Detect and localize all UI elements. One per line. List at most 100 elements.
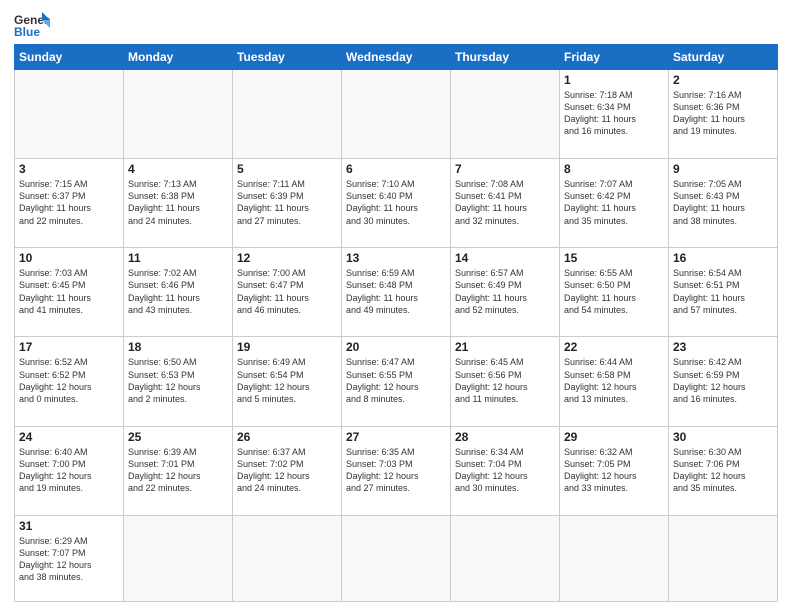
day-info: Sunrise: 7:00 AM Sunset: 6:47 PM Dayligh… [237,267,337,316]
calendar-cell: 14 Sunrise: 6:57 AM Sunset: 6:49 PM Dayli… [451,248,560,337]
day-number: 11 [128,251,228,265]
day-info: Sunrise: 6:52 AM Sunset: 6:52 PM Dayligh… [19,356,119,405]
calendar-cell [669,515,778,601]
calendar-cell: 8 Sunrise: 7:07 AM Sunset: 6:42 PM Daylig… [560,159,669,248]
day-number: 29 [564,430,664,444]
week-row-1: 1 Sunrise: 7:18 AM Sunset: 6:34 PM Daylig… [15,70,778,159]
generalblue-logo-icon: General Blue [14,10,50,38]
calendar-cell [15,70,124,159]
weekday-header-row: SundayMondayTuesdayWednesdayThursdayFrid… [15,45,778,70]
calendar-cell [233,515,342,601]
calendar-cell: 15 Sunrise: 6:55 AM Sunset: 6:50 PM Dayli… [560,248,669,337]
day-info: Sunrise: 6:45 AM Sunset: 6:56 PM Dayligh… [455,356,555,405]
calendar-cell: 30Sunrise: 6:30 AM Sunset: 7:06 PM Dayli… [669,426,778,515]
day-number: 1 [564,73,664,87]
header: General Blue [14,10,778,38]
day-info: Sunrise: 7:08 AM Sunset: 6:41 PM Dayligh… [455,178,555,227]
day-number: 5 [237,162,337,176]
day-number: 7 [455,162,555,176]
week-row-3: 10Sunrise: 7:03 AM Sunset: 6:45 PM Dayli… [15,248,778,337]
day-info: Sunrise: 6:54 AM Sunset: 6:51 PM Dayligh… [673,267,773,316]
svg-text:Blue: Blue [14,25,40,38]
day-info: Sunrise: 7:05 AM Sunset: 6:43 PM Dayligh… [673,178,773,227]
calendar-cell: 16 Sunrise: 6:54 AM Sunset: 6:51 PM Dayli… [669,248,778,337]
day-info: Sunrise: 7:02 AM Sunset: 6:46 PM Dayligh… [128,267,228,316]
day-info: Sunrise: 6:29 AM Sunset: 7:07 PM Dayligh… [19,535,119,584]
day-info: Sunrise: 6:30 AM Sunset: 7:06 PM Dayligh… [673,446,773,495]
calendar-cell: 17 Sunrise: 6:52 AM Sunset: 6:52 PM Dayli… [15,337,124,426]
calendar-cell: 1 Sunrise: 7:18 AM Sunset: 6:34 PM Daylig… [560,70,669,159]
day-number: 12 [237,251,337,265]
calendar-cell: 7 Sunrise: 7:08 AM Sunset: 6:41 PM Daylig… [451,159,560,248]
calendar-cell: 27 Sunrise: 6:35 AM Sunset: 7:03 PM Dayli… [342,426,451,515]
day-number: 15 [564,251,664,265]
calendar-cell: 6Sunrise: 7:10 AM Sunset: 6:40 PM Daylig… [342,159,451,248]
calendar-cell: 3 Sunrise: 7:15 AM Sunset: 6:37 PM Daylig… [15,159,124,248]
weekday-tuesday: Tuesday [233,45,342,70]
day-info: Sunrise: 6:35 AM Sunset: 7:03 PM Dayligh… [346,446,446,495]
day-number: 24 [19,430,119,444]
day-number: 13 [346,251,446,265]
day-number: 20 [346,340,446,354]
calendar-cell: 22Sunrise: 6:44 AM Sunset: 6:58 PM Dayli… [560,337,669,426]
day-info: Sunrise: 6:57 AM Sunset: 6:49 PM Dayligh… [455,267,555,316]
calendar-table: SundayMondayTuesdayWednesdayThursdayFrid… [14,44,778,602]
day-number: 25 [128,430,228,444]
calendar-cell: 31 Sunrise: 6:29 AM Sunset: 7:07 PM Dayli… [15,515,124,601]
day-info: Sunrise: 6:40 AM Sunset: 7:00 PM Dayligh… [19,446,119,495]
day-info: Sunrise: 7:18 AM Sunset: 6:34 PM Dayligh… [564,89,664,138]
day-number: 9 [673,162,773,176]
day-info: Sunrise: 6:42 AM Sunset: 6:59 PM Dayligh… [673,356,773,405]
calendar-cell: 20 Sunrise: 6:47 AM Sunset: 6:55 PM Dayli… [342,337,451,426]
day-number: 19 [237,340,337,354]
day-number: 6 [346,162,446,176]
day-info: Sunrise: 6:55 AM Sunset: 6:50 PM Dayligh… [564,267,664,316]
calendar-cell: 4Sunrise: 7:13 AM Sunset: 6:38 PM Daylig… [124,159,233,248]
day-info: Sunrise: 7:07 AM Sunset: 6:42 PM Dayligh… [564,178,664,227]
calendar-cell: 21 Sunrise: 6:45 AM Sunset: 6:56 PM Dayli… [451,337,560,426]
day-number: 26 [237,430,337,444]
weekday-sunday: Sunday [15,45,124,70]
logo: General Blue [14,10,50,38]
calendar-cell: 9 Sunrise: 7:05 AM Sunset: 6:43 PM Daylig… [669,159,778,248]
day-number: 31 [19,519,119,533]
day-info: Sunrise: 6:47 AM Sunset: 6:55 PM Dayligh… [346,356,446,405]
day-info: Sunrise: 6:32 AM Sunset: 7:05 PM Dayligh… [564,446,664,495]
day-info: Sunrise: 7:13 AM Sunset: 6:38 PM Dayligh… [128,178,228,227]
day-info: Sunrise: 6:39 AM Sunset: 7:01 PM Dayligh… [128,446,228,495]
calendar-cell [124,515,233,601]
weekday-saturday: Saturday [669,45,778,70]
day-number: 22 [564,340,664,354]
calendar-cell: 11 Sunrise: 7:02 AM Sunset: 6:46 PM Dayli… [124,248,233,337]
week-row-6: 31 Sunrise: 6:29 AM Sunset: 7:07 PM Dayli… [15,515,778,601]
day-number: 28 [455,430,555,444]
calendar-cell [342,515,451,601]
calendar-cell: 10Sunrise: 7:03 AM Sunset: 6:45 PM Dayli… [15,248,124,337]
week-row-2: 3 Sunrise: 7:15 AM Sunset: 6:37 PM Daylig… [15,159,778,248]
day-number: 21 [455,340,555,354]
weekday-wednesday: Wednesday [342,45,451,70]
calendar-cell: 26 Sunrise: 6:37 AM Sunset: 7:02 PM Dayli… [233,426,342,515]
weekday-friday: Friday [560,45,669,70]
calendar-cell: 25 Sunrise: 6:39 AM Sunset: 7:01 PM Dayli… [124,426,233,515]
day-info: Sunrise: 7:15 AM Sunset: 6:37 PM Dayligh… [19,178,119,227]
day-number: 17 [19,340,119,354]
day-number: 18 [128,340,228,354]
day-number: 14 [455,251,555,265]
calendar-cell [451,515,560,601]
day-number: 16 [673,251,773,265]
day-info: Sunrise: 6:34 AM Sunset: 7:04 PM Dayligh… [455,446,555,495]
day-number: 27 [346,430,446,444]
calendar-cell: 28 Sunrise: 6:34 AM Sunset: 7:04 PM Dayli… [451,426,560,515]
day-number: 8 [564,162,664,176]
weekday-monday: Monday [124,45,233,70]
calendar-cell [451,70,560,159]
day-info: Sunrise: 6:49 AM Sunset: 6:54 PM Dayligh… [237,356,337,405]
calendar-cell: 13Sunrise: 6:59 AM Sunset: 6:48 PM Dayli… [342,248,451,337]
day-number: 3 [19,162,119,176]
calendar-cell [233,70,342,159]
day-info: Sunrise: 6:37 AM Sunset: 7:02 PM Dayligh… [237,446,337,495]
calendar-cell: 2Sunrise: 7:16 AM Sunset: 6:36 PM Daylig… [669,70,778,159]
calendar-cell: 12 Sunrise: 7:00 AM Sunset: 6:47 PM Dayli… [233,248,342,337]
day-info: Sunrise: 7:03 AM Sunset: 6:45 PM Dayligh… [19,267,119,316]
